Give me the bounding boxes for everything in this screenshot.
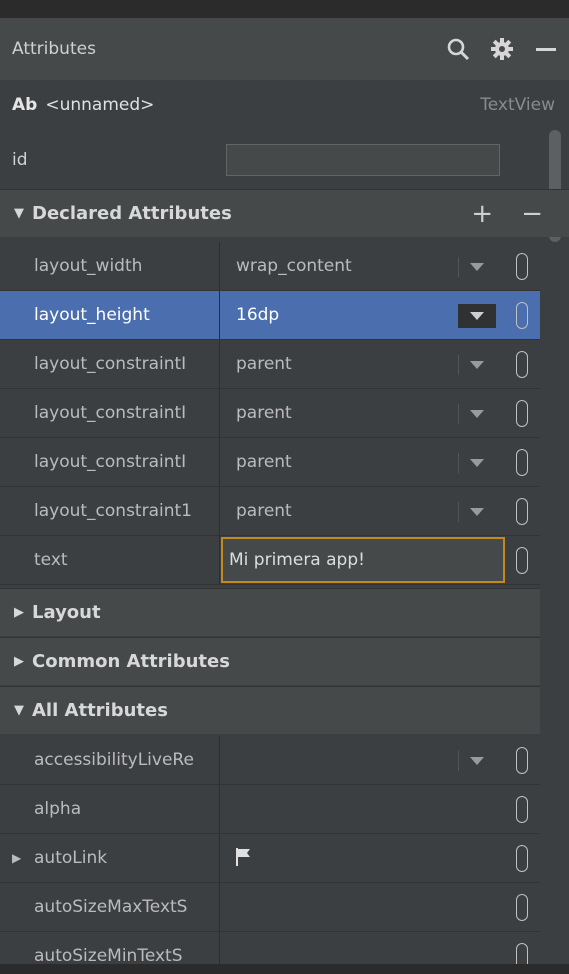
resource-picker-icon[interactable] bbox=[516, 400, 528, 427]
chevron-down-icon bbox=[470, 263, 484, 271]
expand-triangle-icon: ▼ bbox=[14, 703, 24, 718]
resource-picker-icon[interactable] bbox=[516, 302, 528, 329]
bottom-strip bbox=[0, 964, 569, 974]
expand-triangle-icon: ▶ bbox=[14, 654, 24, 669]
attribute-name: layout_constraint1 bbox=[0, 487, 220, 535]
dropdown-button[interactable] bbox=[458, 353, 496, 377]
minimize-icon[interactable] bbox=[533, 36, 559, 62]
expand-triangle-icon[interactable]: ▶ bbox=[12, 851, 21, 865]
dropdown-button[interactable] bbox=[458, 255, 496, 279]
attribute-name: accessibilityLiveRe bbox=[0, 736, 220, 784]
view-name: <unnamed> bbox=[45, 95, 155, 115]
attribute-row[interactable]: layout_constraint1 parent bbox=[0, 487, 540, 536]
attribute-row[interactable]: layout_constraintI parent bbox=[0, 438, 540, 487]
expand-triangle-icon: ▶ bbox=[14, 605, 24, 620]
attribute-name: layout_height bbox=[0, 291, 220, 339]
attribute-name: autoLink bbox=[0, 834, 220, 882]
attribute-value[interactable]: parent bbox=[236, 340, 292, 388]
resource-picker-icon[interactable] bbox=[516, 894, 528, 921]
expand-triangle-icon: ▼ bbox=[14, 206, 24, 221]
attribute-row[interactable]: layout_constraintI parent bbox=[0, 389, 540, 438]
flag-icon[interactable] bbox=[236, 848, 252, 866]
section-all-attributes[interactable]: ▼ All Attributes bbox=[0, 686, 540, 734]
dropdown-button[interactable] bbox=[458, 402, 496, 426]
chevron-down-icon bbox=[470, 508, 484, 516]
top-strip bbox=[0, 0, 569, 18]
attribute-row-expandable[interactable]: ▶ autoLink bbox=[0, 834, 540, 883]
attribute-name: layout_width bbox=[0, 242, 220, 290]
attribute-row[interactable]: layout_width wrap_content bbox=[0, 242, 540, 291]
search-icon[interactable] bbox=[445, 36, 471, 62]
section-actions: + − bbox=[471, 190, 543, 238]
attribute-name: layout_constraintI bbox=[0, 389, 220, 437]
attribute-row[interactable]: autoSizeMaxTextS bbox=[0, 883, 540, 932]
attribute-value[interactable]: parent bbox=[236, 487, 292, 535]
selected-view-row: Ab <unnamed> TextView bbox=[0, 80, 569, 130]
attribute-name: layout_constraintI bbox=[0, 340, 220, 388]
attributes-panel: Attributes Ab <unnamed> TextView id ▼ De… bbox=[0, 0, 569, 974]
chevron-down-icon bbox=[470, 312, 484, 320]
resource-picker-icon[interactable] bbox=[516, 449, 528, 476]
view-class: TextView bbox=[480, 95, 555, 115]
attribute-name: text bbox=[0, 536, 220, 584]
resource-picker-icon[interactable] bbox=[516, 547, 528, 574]
id-label: id bbox=[12, 150, 28, 170]
attribute-name: alpha bbox=[0, 785, 220, 833]
attribute-name: layout_constraintI bbox=[0, 438, 220, 486]
resource-picker-icon[interactable] bbox=[516, 351, 528, 378]
attribute-row-selected[interactable]: layout_height 16dp bbox=[0, 291, 540, 340]
resource-picker-icon[interactable] bbox=[516, 253, 528, 280]
dropdown-button[interactable] bbox=[458, 749, 496, 773]
dropdown-button[interactable] bbox=[458, 304, 496, 328]
chevron-down-icon bbox=[470, 361, 484, 369]
id-row: id bbox=[0, 135, 540, 185]
section-common-attributes[interactable]: ▶ Common Attributes bbox=[0, 637, 540, 685]
remove-attribute-button[interactable]: − bbox=[521, 199, 543, 229]
attribute-value[interactable]: parent bbox=[236, 389, 292, 437]
attribute-value[interactable]: 16dp bbox=[236, 291, 279, 339]
textview-type-icon: Ab bbox=[12, 95, 38, 115]
attribute-row[interactable]: accessibilityLiveRe bbox=[0, 736, 540, 785]
resource-picker-icon[interactable] bbox=[516, 747, 528, 774]
resource-picker-icon[interactable] bbox=[516, 796, 528, 823]
chevron-down-icon bbox=[470, 410, 484, 418]
dropdown-button[interactable] bbox=[458, 451, 496, 475]
dropdown-button[interactable] bbox=[458, 500, 496, 524]
section-label: Layout bbox=[32, 602, 101, 623]
resource-picker-icon[interactable] bbox=[516, 845, 528, 872]
resource-picker-icon[interactable] bbox=[516, 498, 528, 525]
section-layout[interactable]: ▶ Layout bbox=[0, 588, 540, 636]
panel-title: Attributes bbox=[12, 39, 96, 59]
section-label: Declared Attributes bbox=[32, 203, 232, 224]
attribute-value[interactable]: parent bbox=[236, 438, 292, 486]
attribute-name: autoSizeMaxTextS bbox=[0, 883, 220, 931]
section-label: All Attributes bbox=[32, 700, 168, 721]
chevron-down-icon bbox=[470, 757, 484, 765]
gear-icon[interactable] bbox=[489, 36, 515, 62]
chevron-down-icon bbox=[470, 459, 484, 467]
text-value-input[interactable]: Mi primera app! bbox=[221, 537, 505, 583]
section-label: Common Attributes bbox=[32, 651, 230, 672]
panel-header: Attributes bbox=[0, 18, 569, 80]
id-input[interactable] bbox=[226, 144, 500, 176]
section-declared-attributes[interactable]: ▼ Declared Attributes + − bbox=[0, 189, 569, 237]
attribute-row-text[interactable]: text Mi primera app! bbox=[0, 536, 540, 585]
add-attribute-button[interactable]: + bbox=[471, 199, 493, 229]
attribute-row[interactable]: alpha bbox=[0, 785, 540, 834]
attribute-row[interactable]: layout_constraintI parent bbox=[0, 340, 540, 389]
attribute-value[interactable]: wrap_content bbox=[236, 242, 352, 290]
header-tools bbox=[445, 18, 559, 80]
